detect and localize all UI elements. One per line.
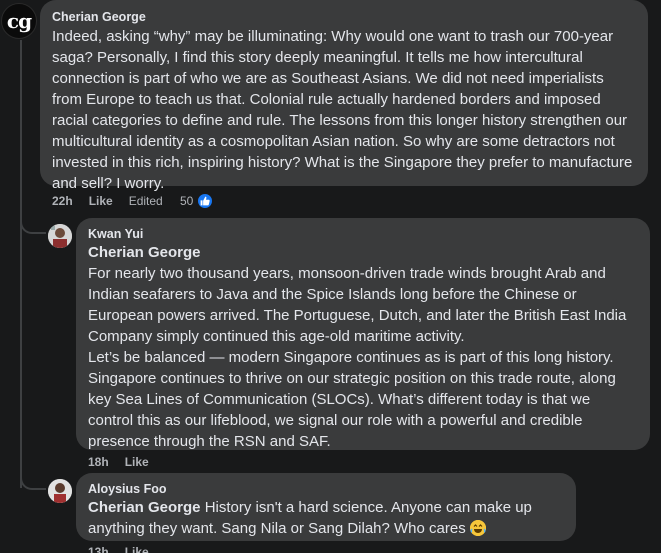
reaction-count: 50 [180, 194, 194, 208]
avatar-image [48, 479, 72, 503]
reply-bubble: Kwan Yui Cherian George For nearly two t… [76, 218, 650, 450]
like-button[interactable]: Like [89, 194, 113, 208]
avatar-image [48, 224, 72, 248]
reply-author[interactable]: Aloysius Foo [88, 481, 564, 497]
thread-connector-line [20, 40, 22, 488]
reply-paragraph: For nearly two thousand years, monsoon-d… [88, 265, 627, 345]
avatar-initials: cg [6, 9, 32, 33]
avatar[interactable] [48, 224, 72, 248]
comment-timestamp[interactable]: 22h [52, 194, 73, 208]
comment-author[interactable]: Cherian George [52, 9, 636, 25]
reaction-summary[interactable]: 50 [180, 192, 215, 210]
reply-connector-curve [20, 468, 46, 490]
comment-thread: cg Cherian George Indeed, asking “why” m… [0, 0, 661, 553]
reply-text: Cherian George History isn't a hard scie… [88, 497, 564, 539]
like-button[interactable]: Like [125, 455, 149, 469]
reply-paragraph: Let’s be balanced — modern Singapore con… [88, 349, 616, 450]
reply-timestamp[interactable]: 18h [88, 455, 109, 469]
reply-bubble: Aloysius Foo Cherian George History isn'… [76, 473, 576, 541]
comment-actions: 22h Like Edited [52, 194, 179, 208]
comment-bubble: Cherian George Indeed, asking “why” may … [40, 0, 648, 192]
avatar[interactable]: cg [1, 3, 37, 39]
like-thumb-icon [196, 192, 215, 210]
reply-author[interactable]: Kwan Yui [88, 226, 638, 242]
reply-connector-curve [20, 212, 46, 234]
like-button[interactable]: Like [125, 545, 149, 553]
reply-timestamp[interactable]: 13h [88, 545, 109, 553]
reply-actions: 13h Like [88, 545, 165, 553]
reply-actions: 18h Like [88, 455, 165, 469]
comment-text: Indeed, asking “why” may be illuminating… [52, 28, 633, 192]
mention-tag[interactable]: Cherian George [88, 499, 201, 516]
mention-tag[interactable]: Cherian George [88, 242, 638, 263]
reply-text: Cherian George For nearly two thousand y… [88, 242, 638, 347]
edited-label[interactable]: Edited [129, 194, 163, 208]
avatar[interactable] [48, 479, 72, 503]
laughing-emoji-icon [469, 520, 486, 536]
